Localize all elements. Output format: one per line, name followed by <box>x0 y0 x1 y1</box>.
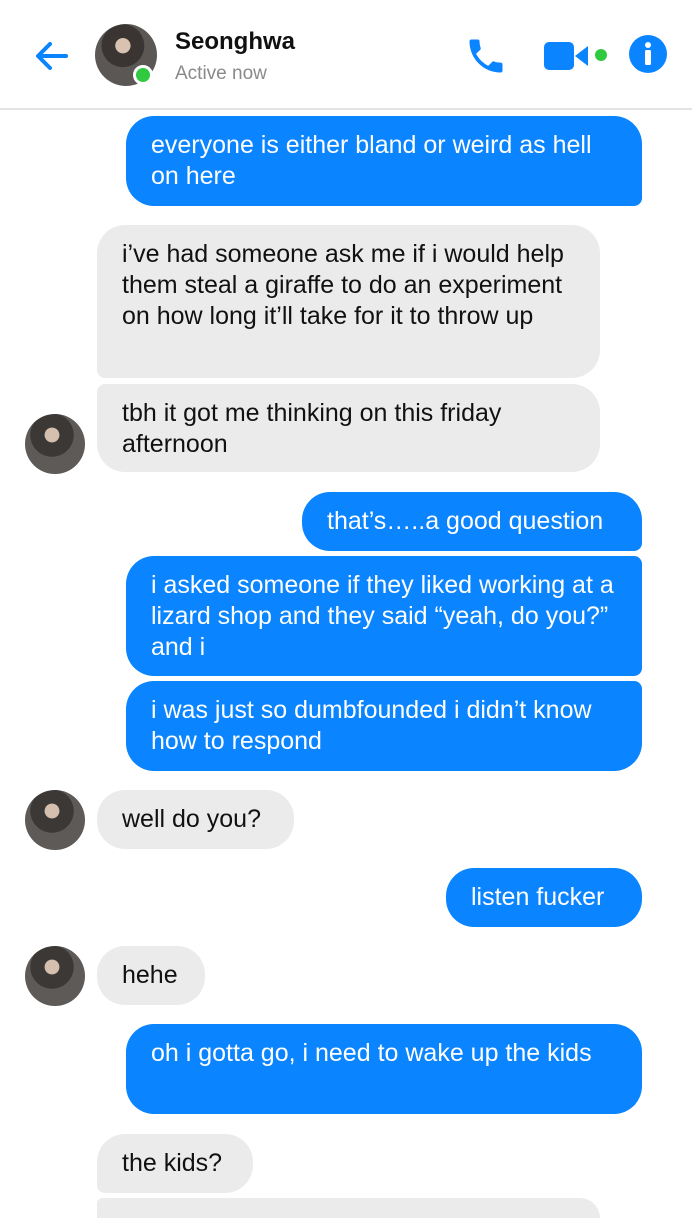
message-outgoing[interactable]: oh i gotta go, i need to wake up the kid… <box>126 1024 642 1114</box>
online-status-dot <box>133 65 153 85</box>
contact-avatar-small <box>25 946 85 1006</box>
message-incoming[interactable]: tbh it got me thinking on this friday af… <box>97 384 600 472</box>
contact-avatar-small <box>25 790 85 850</box>
message-incoming-partial <box>97 1198 600 1218</box>
message-list[interactable]: everyone is either bland or weird as hel… <box>0 110 692 1218</box>
video-camera-icon[interactable] <box>542 38 614 74</box>
active-status: Active now <box>175 63 267 84</box>
message-outgoing[interactable]: i was just so dumbfounded i didn’t know … <box>126 681 642 771</box>
phone-icon[interactable] <box>464 34 508 78</box>
info-icon[interactable] <box>628 34 668 74</box>
message-incoming[interactable]: hehe <box>97 946 205 1005</box>
message-outgoing[interactable]: that’s…..a good question <box>302 492 642 551</box>
contact-name[interactable]: Seonghwa <box>175 28 295 56</box>
message-outgoing[interactable]: listen fucker <box>446 868 642 927</box>
back-arrow-icon[interactable] <box>30 34 74 78</box>
conversation-header: Seonghwa Active now <box>0 0 692 110</box>
message-outgoing[interactable]: everyone is either bland or weird as hel… <box>126 116 642 206</box>
message-outgoing[interactable]: i asked someone if they liked working at… <box>126 556 642 676</box>
message-incoming[interactable]: i’ve had someone ask me if i would help … <box>97 225 600 378</box>
contact-avatar-small <box>25 414 85 474</box>
message-incoming[interactable]: well do you? <box>97 790 294 849</box>
message-incoming[interactable]: the kids? <box>97 1134 253 1193</box>
